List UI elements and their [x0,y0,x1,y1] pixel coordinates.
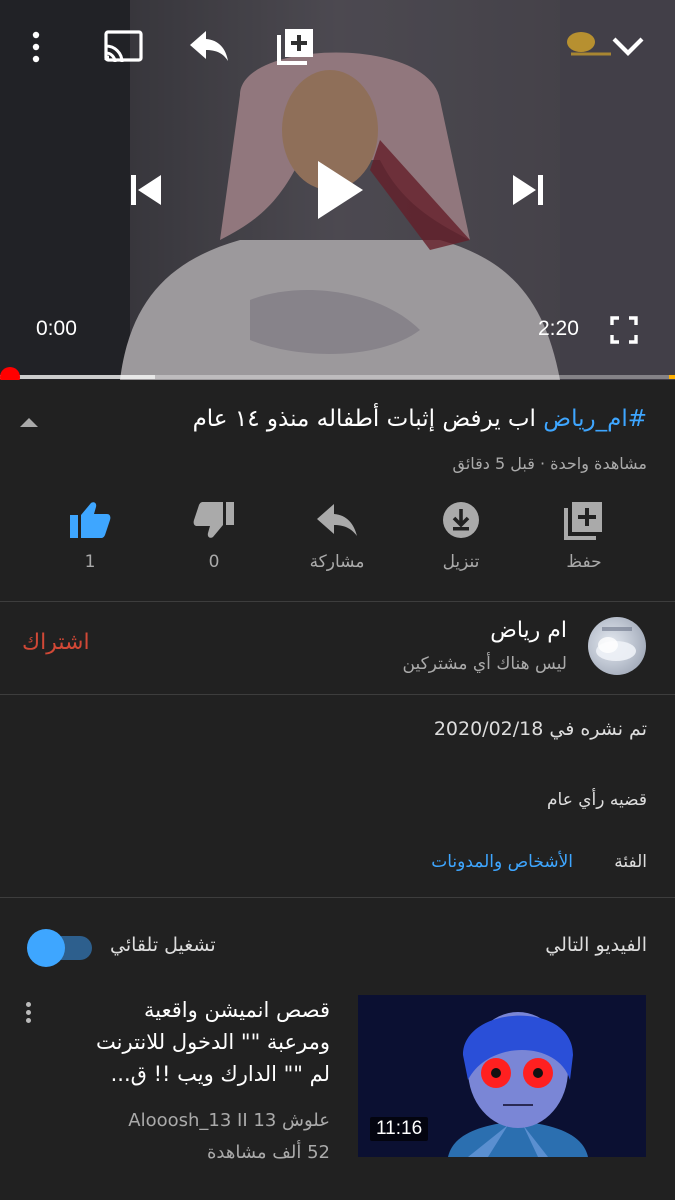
download-button[interactable]: تنزيل [411,500,511,572]
category-link[interactable]: الأشخاص والمدونات [431,852,573,872]
more-vert-icon[interactable] [20,1000,36,1026]
subscriber-count: ليس هناك أي مشتركين [402,654,567,674]
ad-marker [669,375,675,379]
next-icon[interactable] [504,166,552,214]
recommended-views: 52 ألف مشاهدة [206,1142,330,1163]
download-icon [443,502,479,538]
add-to-playlist-icon[interactable] [274,24,318,68]
channel-avatar[interactable] [588,617,646,675]
recommended-duration: 11:16 [370,1117,429,1141]
total-time: 2:20 [538,317,579,340]
channel-name[interactable]: ام رياض [490,618,567,643]
previous-icon[interactable] [122,166,170,214]
dislike-count: 0 [208,552,220,572]
current-time: 0:00 [36,317,77,340]
recommended-channel: علوش Alooosh_13 II 13 [128,1110,330,1131]
download-label: تنزيل [442,552,480,572]
category-label: الفئة [614,852,647,872]
like-button[interactable]: 1 [40,500,140,572]
title-hashtag[interactable]: #ام_رياض [543,406,647,432]
video-player[interactable]: 0:00 2:20 [0,0,675,380]
buffered-bar [0,375,156,379]
dislike-button[interactable]: 0 [164,500,264,572]
action-bar: 1 0 مشاركة تنزيل حفظ [0,500,675,584]
save-label: حفظ [566,552,602,572]
divider [0,694,675,695]
play-icon[interactable] [308,154,372,226]
share-icon [317,504,357,536]
save-button[interactable]: حفظ [534,500,634,572]
share-label: مشاركة [309,552,365,572]
add-to-playlist-icon [564,502,602,540]
share-icon[interactable] [186,26,232,66]
up-next-heading: الفيديو التالي [545,934,647,956]
collapse-chevron-icon[interactable] [606,28,650,64]
view-meta: مشاهدة واحدة · قبل 5 دقائق [452,454,647,473]
autoplay-label: تشغيل تلقائي [110,934,216,956]
fullscreen-icon[interactable] [606,312,642,348]
thumb-up-icon [70,502,111,538]
more-vert-icon[interactable] [22,30,50,64]
video-title[interactable]: #ام_رياض اب يرفض إثبات أطفاله منذو ١٤ عا… [60,402,647,436]
like-count: 1 [84,552,96,572]
cast-icon[interactable] [100,26,146,66]
caret-up-icon[interactable] [20,418,38,427]
seek-handle[interactable] [0,367,20,380]
divider [0,897,675,898]
publish-date: تم نشره في 2020/02/18 [433,718,647,740]
share-button[interactable]: مشاركة [287,500,387,572]
thumb-down-icon [193,502,234,538]
subscribe-button[interactable]: اشتراك [22,630,90,655]
recommended-title[interactable]: قصص انميشن واقعية ومرعبة "" الدخول للانت… [80,994,330,1090]
description-text: قضيه رأي عام [546,790,647,810]
title-text: اب يرفض إثبات أطفاله منذو ١٤ عام [192,406,544,432]
divider [0,601,675,602]
seek-bar[interactable] [0,367,675,380]
autoplay-toggle-knob[interactable] [27,929,65,967]
